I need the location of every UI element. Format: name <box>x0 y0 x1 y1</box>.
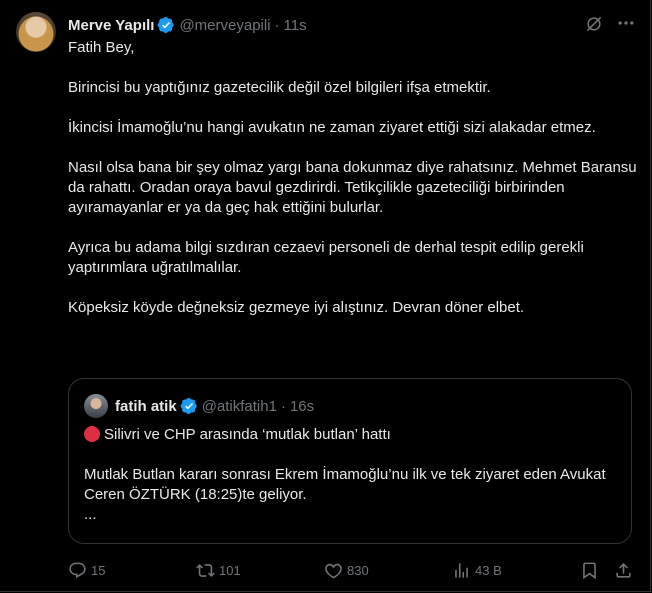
tweet-text: Fatih Bey, Birincisi bu yaptığınız gazet… <box>68 38 638 318</box>
view-count: 43 B <box>475 562 502 578</box>
tweet-header: Merve Yapılı @merveyapili · 11s <box>68 14 307 36</box>
quoted-tweet-header: fatih atik @atikfatih1 · 16s <box>115 395 314 417</box>
bookmark-button[interactable] <box>580 558 603 582</box>
like-count: 830 <box>347 562 369 578</box>
repost-icon <box>196 563 215 577</box>
author-handle[interactable]: @merveyapili <box>179 17 270 34</box>
tweet-paragraph: Birincisi bu yaptığınız gazetecilik deği… <box>68 79 491 96</box>
tweet-paragraph: Nasıl olsa bana bir şey olmaz yargı bana… <box>68 159 641 216</box>
tweet-paragraph: Fatih Bey, <box>68 39 135 56</box>
separator-dot: · <box>280 397 286 415</box>
quoted-headline: Silivri ve CHP arasında ‘mutlak butlan’ … <box>84 425 614 445</box>
quoted-tweet-text: Silivri ve CHP arasında ‘mutlak butlan’ … <box>84 425 614 525</box>
author-name[interactable]: Merve Yapılı <box>68 17 154 34</box>
bookmark-icon <box>583 562 596 579</box>
share-icon <box>616 562 631 578</box>
views-button[interactable]: 43 B <box>452 558 502 582</box>
grok-icon[interactable] <box>584 14 604 34</box>
quoted-author-avatar[interactable] <box>84 394 108 418</box>
quoted-headline-text: Silivri ve CHP arasında ‘mutlak butlan’ … <box>104 426 391 443</box>
like-button[interactable]: 830 <box>324 558 369 582</box>
separator-dot: · <box>274 16 280 34</box>
tweet-card[interactable]: Merve Yapılı @merveyapili · 11s Fatih Be… <box>0 0 651 592</box>
reply-button[interactable]: 15 <box>68 558 105 582</box>
tweet-paragraph: Köpeksiz köyde değneksiz gezmeye iyi alı… <box>68 299 525 316</box>
red-circle-icon <box>84 426 100 442</box>
tweet-paragraph: İkincisi İmamoğlu’nu hangi avukatın ne z… <box>68 119 596 136</box>
views-icon <box>455 562 468 578</box>
reply-count: 15 <box>91 562 106 578</box>
repost-count: 101 <box>219 562 241 578</box>
share-button[interactable] <box>614 558 637 582</box>
reply-icon <box>69 562 86 578</box>
quoted-ellipsis: ... <box>84 506 97 523</box>
quoted-tweet[interactable]: fatih atik @atikfatih1 · 16s Silivri ve … <box>68 378 632 544</box>
quoted-author-handle[interactable]: @atikfatih1 <box>202 398 277 415</box>
like-icon <box>325 563 342 578</box>
quoted-paragraph: Mutlak Butlan kararı sonrası Ekrem İmamo… <box>84 466 606 503</box>
tweet-paragraph: Ayrıca bu adama bilgi sızdıran cezaevi p… <box>68 239 589 276</box>
repost-button[interactable]: 101 <box>196 558 241 582</box>
quoted-tweet-time[interactable]: 16s <box>290 398 314 415</box>
author-avatar[interactable] <box>16 12 56 52</box>
action-bar: 15 101 830 43 B <box>68 558 636 582</box>
tweet-time[interactable]: 11s <box>284 17 307 34</box>
verified-badge-icon <box>180 397 197 415</box>
quoted-author-name[interactable]: fatih atik <box>115 398 177 415</box>
verified-badge-icon <box>158 16 175 34</box>
more-icon[interactable] <box>616 13 636 33</box>
